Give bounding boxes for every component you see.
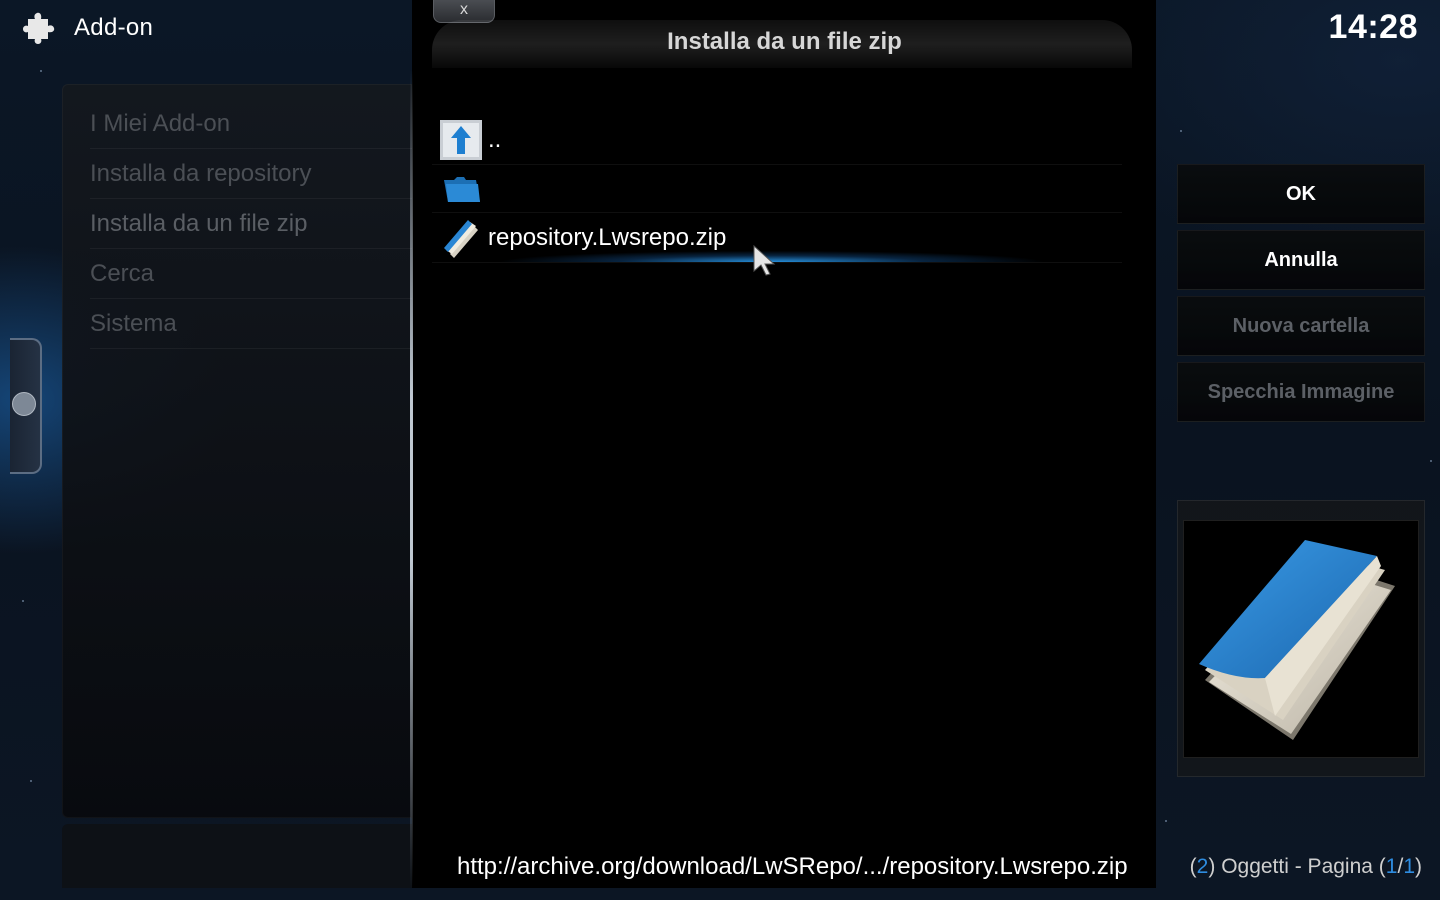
menu-item-search[interactable]: Cerca — [90, 250, 412, 299]
background-star — [22, 600, 24, 602]
side-handle-knob-icon[interactable] — [12, 392, 36, 416]
side-menu: I Miei Add-on Installa da repository Ins… — [62, 84, 412, 818]
folder-icon — [444, 177, 480, 202]
mouse-cursor-icon — [753, 244, 776, 276]
dialog-title: Installa da un file zip — [667, 28, 902, 55]
clock: 14:28 — [1328, 8, 1418, 46]
background-star — [1180, 130, 1182, 132]
background-star — [1430, 460, 1432, 462]
puzzle-icon — [23, 12, 55, 44]
cancel-button[interactable]: Annulla — [1177, 230, 1425, 290]
ok-button[interactable]: OK — [1177, 164, 1425, 224]
items-page-text: Oggetti - Pagina — [1221, 855, 1373, 878]
header-title: Add-on — [74, 14, 154, 41]
item-count: 2 — [1196, 855, 1209, 878]
menu-item-install-from-repository[interactable]: Installa da repository — [90, 150, 412, 199]
side-menu-footer — [62, 824, 412, 888]
kodi-addon-screen: Add-on 14:28 I Miei Add-on Installa da r… — [0, 0, 1440, 900]
new-folder-button[interactable]: Nuova cartella — [1177, 296, 1425, 356]
background-star — [1165, 820, 1167, 822]
current-page: 1 — [1385, 855, 1398, 878]
menu-item-system[interactable]: Sistema — [90, 300, 412, 349]
page-info: (2) Oggetti - Pagina (1/1) — [1189, 855, 1422, 878]
up-arrow-icon — [440, 120, 482, 160]
file-row-folder[interactable] — [432, 164, 1122, 213]
header: Add-on — [22, 10, 153, 46]
dialog-edge-highlight — [410, 70, 413, 888]
zip-file-icon — [444, 220, 478, 258]
selected-file-path: http://archive.org/download/LwSRepo/.../… — [457, 853, 1128, 880]
total-pages: 1 — [1403, 855, 1415, 878]
background-star — [30, 780, 32, 782]
menu-item-install-from-zip[interactable]: Installa da un file zip — [90, 200, 412, 249]
zip-file-preview-icon — [1199, 540, 1395, 740]
file-row-parent[interactable]: .. — [432, 116, 1122, 165]
mirror-image-button[interactable]: Specchia Immagine — [1177, 362, 1425, 422]
background-star — [40, 70, 42, 72]
file-label: repository.Lwsrepo.zip — [488, 224, 727, 251]
menu-item-my-addons[interactable]: I Miei Add-on — [90, 100, 412, 149]
file-label: .. — [488, 126, 502, 153]
